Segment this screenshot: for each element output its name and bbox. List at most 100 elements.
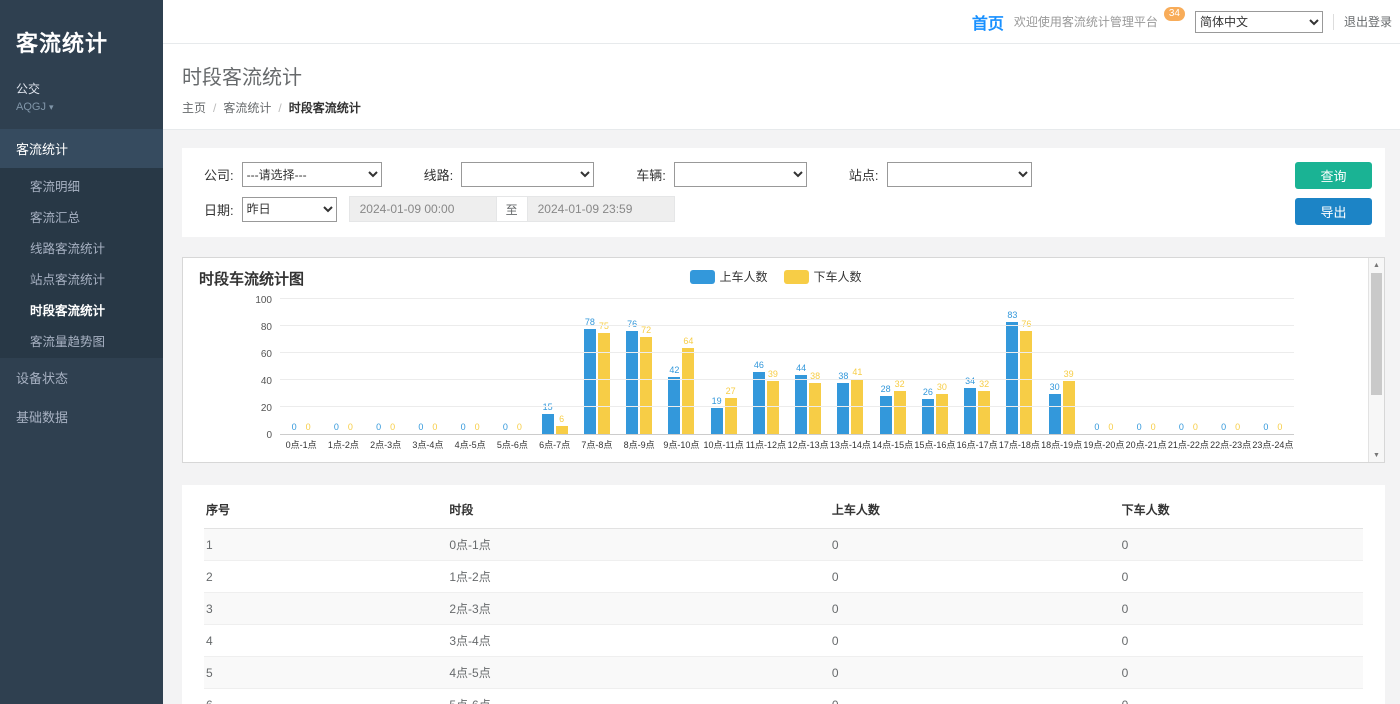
sidebar-item[interactable]: 客流统计 (0, 129, 163, 168)
bar-group: 00 (1083, 300, 1125, 434)
chevron-down-icon: ▾ (49, 102, 54, 112)
sidebar-subitem[interactable]: 客流汇总 (0, 201, 163, 232)
bar-value-label: 0 (461, 422, 466, 433)
bar (753, 372, 765, 434)
export-button[interactable]: 导出 (1295, 198, 1372, 225)
bar (711, 408, 723, 434)
scroll-up-button[interactable]: ▲ (1369, 258, 1384, 272)
date-preset-select[interactable]: 昨日 (242, 197, 337, 222)
filter-panel: 公司: ---请选择--- 线路: 车辆: 站点: (182, 148, 1385, 237)
line-select[interactable] (461, 162, 594, 187)
bar-wrap: 76 (1020, 300, 1032, 434)
sidebar-subitem[interactable]: 客流明细 (0, 170, 163, 201)
bar-group: 00 (1210, 300, 1252, 434)
bar-value-label: 46 (754, 360, 764, 371)
legend-item[interactable]: 下车人数 (784, 268, 862, 285)
table-cell: 1点-2点 (447, 561, 829, 593)
table-cell: 0 (830, 689, 1120, 704)
x-tick-label: 21点-22点 (1167, 435, 1209, 451)
plot-area: 0000000000001567875767242641927463944383… (280, 300, 1294, 435)
x-tick-label: 5点-6点 (491, 435, 533, 451)
date-start-input[interactable] (349, 196, 497, 222)
bar-value-label: 30 (937, 382, 947, 393)
bar (598, 333, 610, 434)
x-tick-label: 8点-9点 (618, 435, 660, 451)
date-label: 日期: (204, 200, 234, 219)
x-tick-label: 12点-13点 (787, 435, 829, 451)
bar-wrap: 83 (1006, 300, 1018, 434)
legend-swatch (784, 270, 809, 284)
bar-group: 7875 (576, 300, 618, 434)
x-tick-label: 14点-15点 (872, 435, 914, 451)
breadcrumb-item[interactable]: 客流统计 (223, 101, 271, 115)
bar-value-label: 75 (599, 321, 609, 332)
company-select[interactable]: ---请选择--- (242, 162, 382, 187)
date-end-input[interactable] (527, 196, 675, 222)
bar-group: 4438 (787, 300, 829, 434)
bar-wrap: 0 (415, 300, 427, 434)
page-title: 时段客流统计 (182, 61, 1400, 90)
bar-wrap: 42 (668, 300, 680, 434)
scrollbar-thumb[interactable] (1371, 273, 1382, 395)
bar-wrap: 0 (373, 300, 385, 434)
x-tick-label: 17点-18点 (998, 435, 1040, 451)
data-table: 序号时段上车人数下车人数 10点-1点0021点-2点0032点-3点0043点… (204, 491, 1363, 704)
breadcrumb-item[interactable]: 主页 (182, 101, 206, 115)
legend-item[interactable]: 上车人数 (689, 268, 767, 285)
table-cell: 0 (1120, 561, 1363, 593)
bar-wrap: 0 (1105, 300, 1117, 434)
sidebar-subitem[interactable]: 线路客流统计 (0, 232, 163, 263)
sidebar-subitem[interactable]: 客流量趋势图 (0, 325, 163, 356)
bar-value-label: 41 (852, 367, 862, 378)
table-cell: 0 (1120, 657, 1363, 689)
scroll-down-button[interactable]: ▼ (1369, 448, 1384, 462)
bar-wrap: 64 (682, 300, 694, 434)
bar-wrap: 0 (1232, 300, 1244, 434)
table-cell: 4 (204, 625, 447, 657)
breadcrumb-separator: / (278, 101, 281, 115)
bar-value-label: 30 (1050, 382, 1060, 393)
bar (964, 388, 976, 434)
bar-value-label: 0 (1108, 422, 1113, 433)
bar-wrap: 41 (851, 300, 863, 434)
home-link[interactable]: 首页 (972, 10, 1004, 34)
y-tick-label: 0 (266, 430, 272, 441)
notification-badge[interactable]: 34 (1164, 7, 1185, 21)
sidebar-item[interactable]: 基础数据 (0, 397, 163, 436)
sidebar-subitem[interactable]: 时段客流统计 (0, 294, 163, 325)
x-tick-label: 2点-3点 (365, 435, 407, 451)
breadcrumb: 主页/客流统计/时段客流统计 (182, 99, 1400, 116)
bar-wrap: 39 (1063, 300, 1075, 434)
x-tick-label: 6点-7点 (534, 435, 576, 451)
logout-link[interactable]: 退出登录 (1344, 13, 1392, 30)
vehicle-select[interactable] (674, 162, 807, 187)
chart-scrollbar[interactable]: ▲ ▼ (1368, 258, 1384, 462)
bar (542, 414, 554, 434)
gridline (280, 325, 1294, 326)
table-header-cell: 时段 (447, 491, 829, 529)
gridline (280, 379, 1294, 380)
bar-value-label: 0 (376, 422, 381, 433)
bar (1006, 322, 1018, 434)
sidebar-subitem[interactable]: 站点客流统计 (0, 263, 163, 294)
breadcrumb-separator: / (213, 101, 216, 115)
bar-value-label: 0 (292, 422, 297, 433)
station-select[interactable] (887, 162, 1032, 187)
sidebar-item[interactable]: 设备状态 (0, 358, 163, 397)
vehicle-label: 车辆: (636, 165, 666, 184)
bar-wrap: 0 (288, 300, 300, 434)
bar-wrap: 0 (344, 300, 356, 434)
bar-value-label: 0 (1179, 422, 1184, 433)
sidebar-submenu: 客流明细客流汇总线路客流统计站点客流统计时段客流统计客流量趋势图 (0, 168, 163, 358)
bar-value-label: 0 (390, 422, 395, 433)
bar-wrap: 0 (1218, 300, 1230, 434)
user-dropdown[interactable]: AQGJ▾ (0, 99, 163, 129)
sidebar: 客流统计 公交 AQGJ▾ 客流统计客流明细客流汇总线路客流统计站点客流统计时段… (0, 0, 163, 704)
language-select[interactable]: 简体中文 (1195, 11, 1323, 33)
table-cell: 4点-5点 (447, 657, 829, 689)
bar-wrap: 30 (1049, 300, 1061, 434)
bar-wrap: 0 (1147, 300, 1159, 434)
x-tick-label: 18点-19点 (1041, 435, 1083, 451)
query-button[interactable]: 查询 (1295, 162, 1372, 189)
bar (894, 391, 906, 434)
